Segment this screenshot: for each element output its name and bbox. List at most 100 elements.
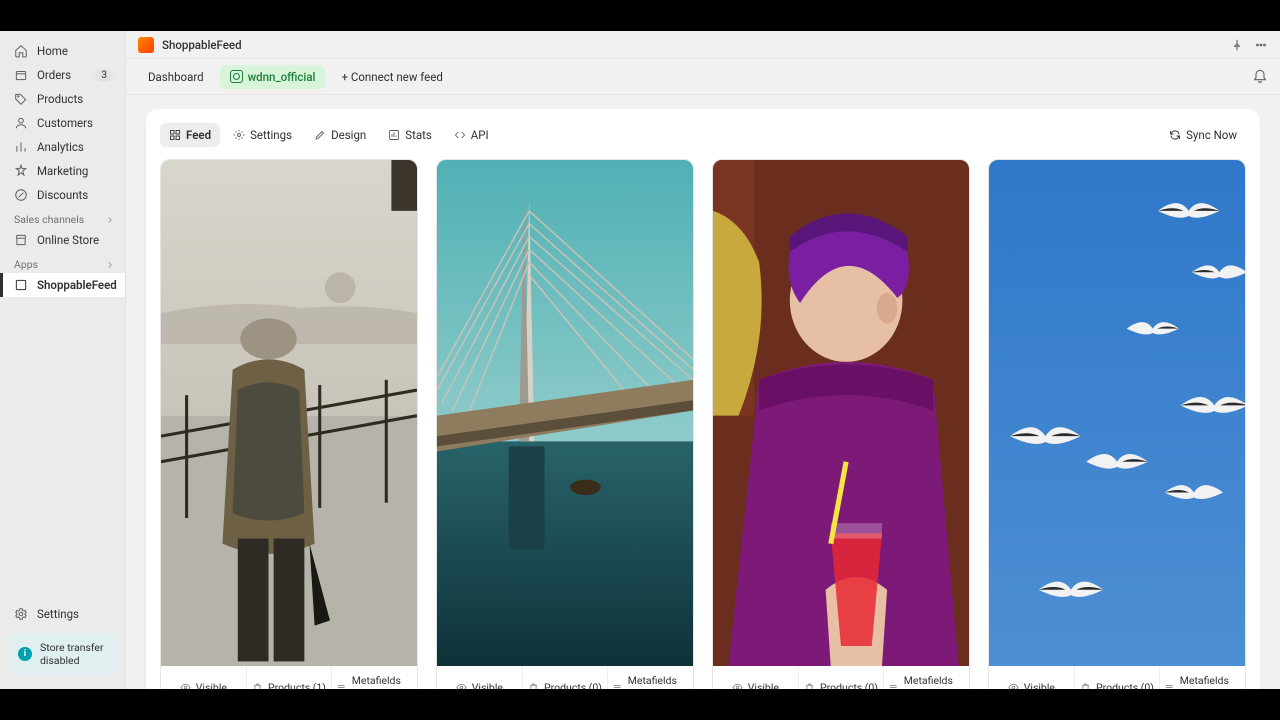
nav-online-store[interactable]: Online Store [0, 228, 125, 252]
sales-channels-header[interactable]: Sales channels [0, 207, 125, 228]
meta-visible[interactable]: Visible [437, 666, 523, 689]
meta-label: Metafields (0) [904, 674, 965, 689]
app-topbar: ShoppableFeed [126, 31, 1280, 59]
meta-products[interactable]: Products (1) [247, 666, 333, 689]
thumbnail [989, 160, 1245, 666]
meta-metafields[interactable]: Metafields (0) [332, 666, 417, 689]
meta-label: Products (0) [820, 681, 878, 689]
app-title: ShoppableFeed [162, 38, 242, 52]
tab-label: + Connect new feed [341, 70, 442, 84]
nav-label: Analytics [37, 140, 84, 154]
nav-shoppablefeed[interactable]: ShoppableFeed [0, 273, 125, 297]
feed-item[interactable]: Visible Products (0) Metafields (0) [436, 159, 694, 689]
nav-discounts[interactable]: Discounts [0, 183, 125, 207]
meta-label: Visible [196, 681, 227, 689]
feed-grid: Visible Products (1) Metafields (0) [160, 159, 1246, 689]
feed-item[interactable]: Visible Products (1) Metafields (0) [160, 159, 418, 689]
feed-item[interactable]: Visible Products (0) Metafields (0) [712, 159, 970, 689]
meta-visible[interactable]: Visible [713, 666, 799, 689]
main: ShoppableFeed Dashboard wdnn_official + … [126, 31, 1280, 689]
analytics-icon [14, 140, 28, 154]
tab-dashboard[interactable]: Dashboard [138, 65, 214, 89]
tabbar: Dashboard wdnn_official + Connect new fe… [126, 59, 1280, 95]
notifications-button[interactable] [1252, 67, 1268, 87]
meta-visible[interactable]: Visible [989, 666, 1075, 689]
meta-label: Metafields (0) [352, 674, 413, 689]
nav-analytics[interactable]: Analytics [0, 135, 125, 159]
meta-products[interactable]: Products (0) [799, 666, 885, 689]
section-label: Apps [14, 258, 38, 271]
nav-label: Home [37, 44, 68, 58]
tab-instagram-feed[interactable]: wdnn_official [220, 65, 326, 89]
instagram-icon [230, 70, 243, 83]
app-logo [138, 37, 154, 53]
meta-label: Products (0) [544, 681, 602, 689]
meta-label: Products (0) [1096, 681, 1154, 689]
meta-visible[interactable]: Visible [161, 666, 247, 689]
orders-icon [14, 68, 28, 82]
chevron-right-icon [105, 260, 115, 270]
nav-label: Orders [37, 68, 71, 82]
feed-item[interactable]: Visible Products (0) Metafields (0) [988, 159, 1246, 689]
nav-label: ShoppableFeed [37, 278, 117, 292]
meta-metafields[interactable]: Metafields (0) [1160, 666, 1245, 689]
nav-settings[interactable]: Settings [0, 601, 125, 627]
tool-label: API [471, 128, 489, 142]
meta-metafields[interactable]: Metafields (0) [884, 666, 969, 689]
tool-design[interactable]: Design [305, 123, 375, 147]
thumbnail [713, 160, 969, 666]
nav-orders[interactable]: Orders 3 [0, 63, 125, 87]
toolbar: Feed Settings Design Stats API Sync Now [160, 123, 1246, 147]
more-icon[interactable] [1254, 38, 1268, 52]
chevron-right-icon [105, 215, 115, 225]
store-icon [14, 233, 28, 247]
meta-label: Visible [748, 681, 779, 689]
tool-stats[interactable]: Stats [379, 123, 441, 147]
tool-label: Stats [405, 128, 432, 142]
pin-icon[interactable] [1230, 38, 1244, 52]
nav-marketing[interactable]: Marketing [0, 159, 125, 183]
marketing-icon [14, 164, 28, 178]
settings-label: Settings [37, 607, 79, 621]
thumbnail [161, 160, 417, 666]
tool-api[interactable]: API [445, 123, 498, 147]
sync-label: Sync Now [1186, 128, 1237, 142]
tool-label: Feed [186, 128, 211, 142]
info-banner: i Store transfer disabled [8, 633, 117, 675]
products-icon [14, 92, 28, 106]
info-icon: i [18, 647, 32, 661]
nav-customers[interactable]: Customers [0, 111, 125, 135]
nav-label: Customers [37, 116, 93, 130]
section-label: Sales channels [14, 213, 84, 226]
tool-label: Settings [250, 128, 292, 142]
thumbnail [437, 160, 693, 666]
apps-header[interactable]: Apps [0, 252, 125, 273]
tool-label: Design [331, 128, 366, 142]
feed-card: Feed Settings Design Stats API Sync Now [146, 109, 1260, 689]
orders-badge: 3 [95, 69, 113, 82]
tool-feed[interactable]: Feed [160, 123, 220, 147]
meta-label: Products (1) [268, 681, 326, 689]
tab-connect-new[interactable]: + Connect new feed [331, 65, 452, 89]
sync-button[interactable]: Sync Now [1160, 123, 1246, 147]
nav-home[interactable]: Home [0, 39, 125, 63]
meta-label: Visible [1024, 681, 1055, 689]
nav-label: Discounts [37, 188, 88, 202]
meta-products[interactable]: Products (0) [1075, 666, 1161, 689]
meta-label: Metafields (0) [628, 674, 689, 689]
info-text: Store transfer disabled [40, 641, 107, 667]
meta-label: Visible [472, 681, 503, 689]
tool-settings[interactable]: Settings [224, 123, 301, 147]
tab-label: wdnn_official [248, 70, 316, 84]
meta-label: Metafields (0) [1180, 674, 1241, 689]
discounts-icon [14, 188, 28, 202]
meta-metafields[interactable]: Metafields (0) [608, 666, 693, 689]
meta-products[interactable]: Products (0) [523, 666, 609, 689]
nav-label: Products [37, 92, 83, 106]
nav-products[interactable]: Products [0, 87, 125, 111]
gear-icon [14, 607, 28, 621]
tab-label: Dashboard [148, 70, 204, 84]
nav-label: Marketing [37, 164, 88, 178]
customers-icon [14, 116, 28, 130]
home-icon [14, 44, 28, 58]
